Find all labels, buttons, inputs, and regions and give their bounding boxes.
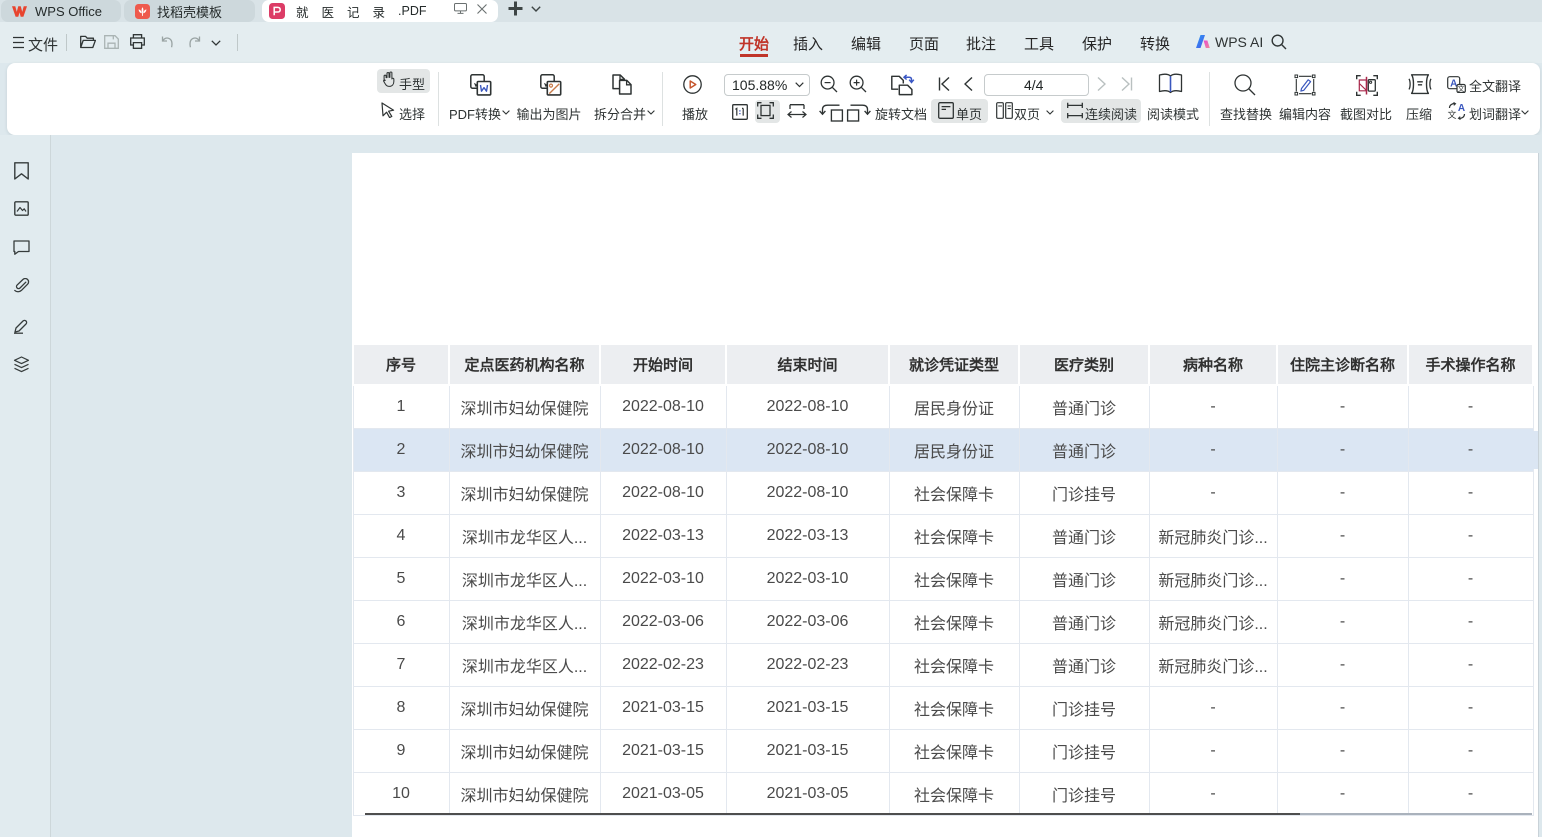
svg-text:文: 文 xyxy=(1458,84,1465,93)
svg-text:A: A xyxy=(1450,79,1457,90)
svg-text:A: A xyxy=(1458,103,1465,114)
svg-text:文: 文 xyxy=(1447,109,1456,120)
